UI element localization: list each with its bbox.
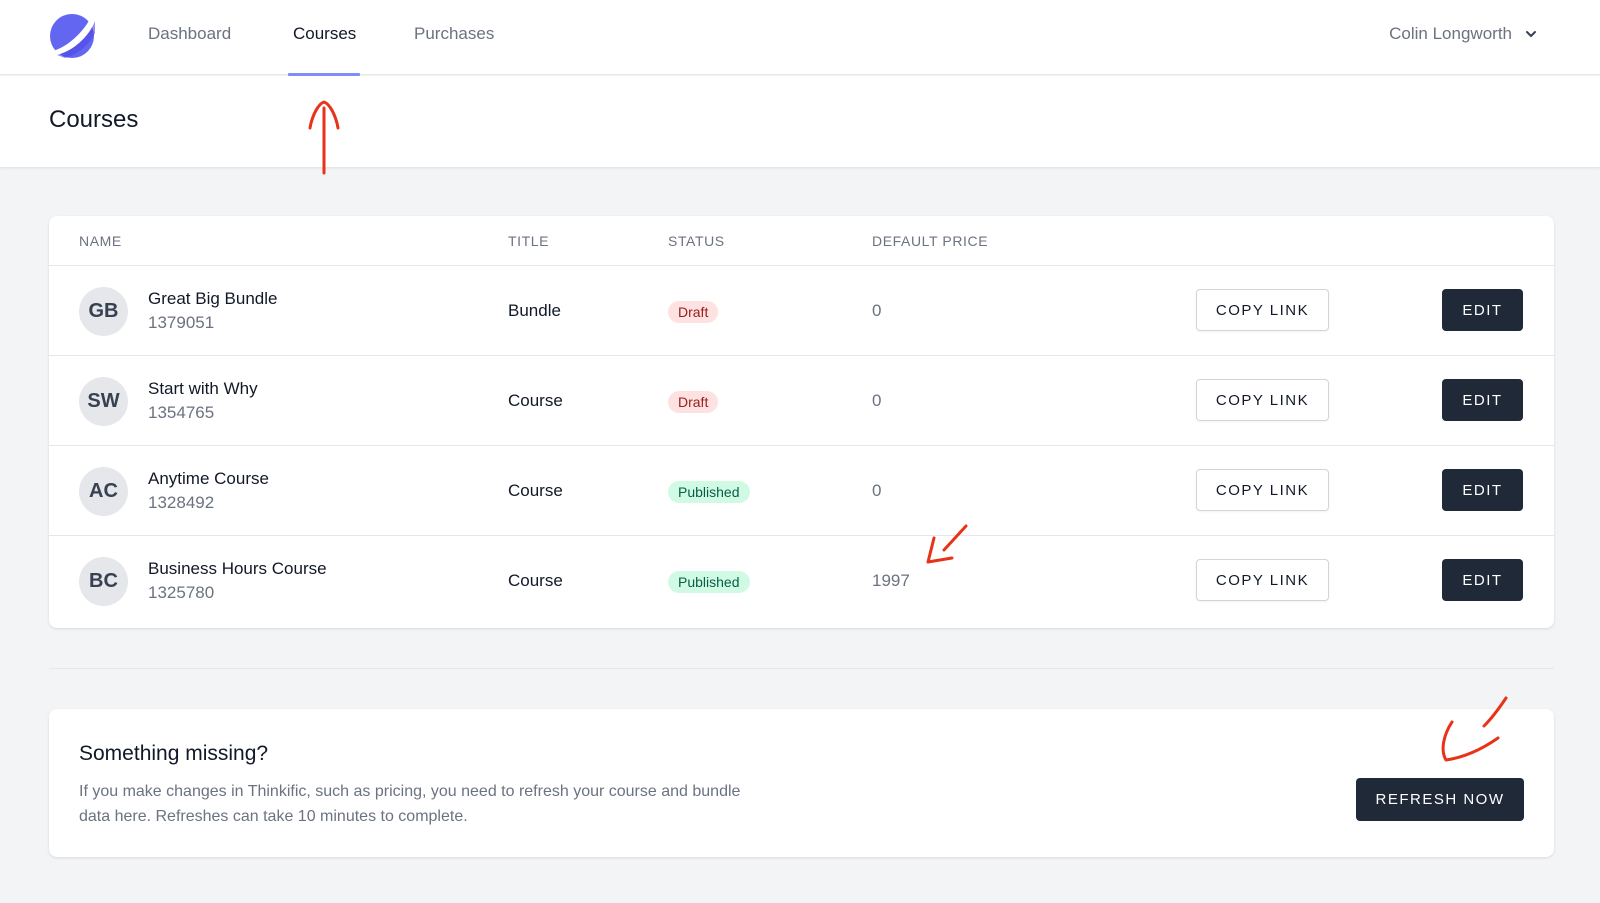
default-price: 0 [872,481,882,500]
course-name: Business Hours Course [148,559,327,578]
column-header-name: NAME [79,233,122,249]
nav-purchases[interactable]: Purchases [414,24,494,44]
refresh-title: Something missing? [79,742,269,765]
status-badge: Draft [668,301,719,323]
app-logo-icon[interactable] [49,13,95,59]
course-type: Course [508,391,563,410]
course-name: Great Big Bundle [148,289,278,308]
user-menu[interactable]: Colin Longworth [1389,24,1538,44]
course-id: 1354765 [148,403,215,422]
copy-link-button[interactable]: COPY LINK [1196,559,1329,601]
edit-button[interactable]: EDIT [1442,379,1523,421]
refresh-description: If you make changes in Thinkific, such a… [79,783,741,825]
course-type: Bundle [508,301,561,320]
page-header: Courses [0,76,1600,168]
avatar: AC [79,467,128,516]
refresh-now-button[interactable]: REFRESH NOW [1356,778,1524,821]
user-name: Colin Longworth [1389,24,1512,43]
status-badge: Published [668,571,750,593]
avatar: BC [79,557,128,606]
course-type: Course [508,571,563,590]
courses-table: NAME TITLE STATUS DEFAULT PRICE GB Great… [49,216,1554,628]
table-row: AC Anytime Course 1328492 Course Publish… [49,446,1554,536]
edit-button[interactable]: EDIT [1442,559,1523,601]
copy-link-button[interactable]: COPY LINK [1196,289,1329,331]
table-header: NAME TITLE STATUS DEFAULT PRICE [49,216,1554,266]
nav-courses[interactable]: Courses [293,24,356,44]
nav-dashboard[interactable]: Dashboard [148,24,231,44]
status-badge: Draft [668,391,719,413]
course-name: Anytime Course [148,469,269,488]
course-id: 1328492 [148,493,215,512]
course-type: Course [508,481,563,500]
default-price: 1997 [872,571,910,590]
table-row: GB Great Big Bundle 1379051 Bundle Draft… [49,266,1554,356]
edit-button[interactable]: EDIT [1442,469,1523,511]
copy-link-button[interactable]: COPY LINK [1196,469,1329,511]
course-id: 1325780 [148,583,215,602]
page-title: Courses [49,106,139,133]
chevron-down-icon [1526,31,1536,37]
status-badge: Published [668,481,750,503]
table-row: SW Start with Why 1354765 Course Draft 0… [49,356,1554,446]
top-nav: Dashboard Courses Purchases Colin Longwo… [0,0,1600,76]
column-header-default-price: DEFAULT PRICE [872,233,989,249]
section-divider [49,668,1554,669]
column-header-title: TITLE [508,233,550,249]
table-row: BC Business Hours Course 1325780 Course … [49,536,1554,626]
default-price: 0 [872,391,882,410]
edit-button[interactable]: EDIT [1442,289,1523,331]
course-name: Start with Why [148,379,258,398]
avatar: SW [79,377,128,426]
default-price: 0 [872,301,882,320]
copy-link-button[interactable]: COPY LINK [1196,379,1329,421]
course-id: 1379051 [148,313,215,332]
refresh-panel: Something missing? If you make changes i… [49,709,1554,857]
avatar: GB [79,287,128,336]
column-header-status: STATUS [668,233,725,249]
